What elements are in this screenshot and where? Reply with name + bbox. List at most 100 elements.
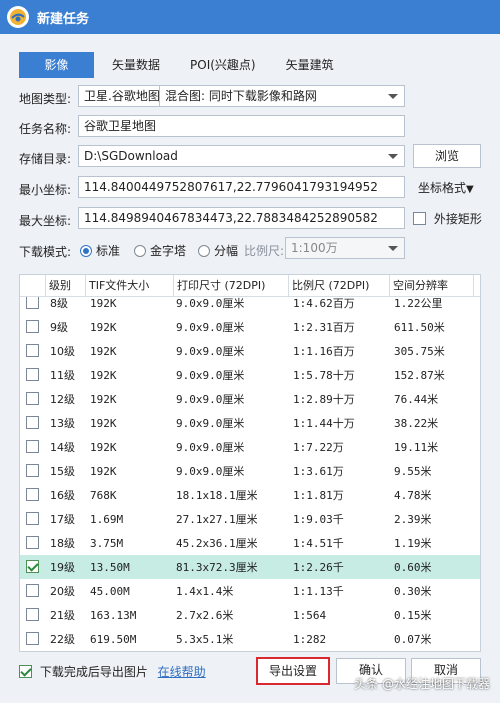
table-row[interactable]: 19级 13.50M 81.3x72.3厘米 1:2.26千 0.60米 (20, 555, 480, 579)
row-checkbox[interactable] (20, 344, 46, 358)
cell-level: 11级 (50, 369, 75, 382)
cell-scale: 1:564 (293, 608, 327, 622)
row-checkbox[interactable] (20, 584, 46, 598)
caret-down-icon: ▼ (466, 184, 474, 195)
cell-tif-size: 192K (90, 440, 117, 454)
row-checkbox[interactable] (20, 608, 46, 622)
tab-poi[interactable]: POI(兴趣点) (178, 52, 268, 78)
checkbox-box[interactable] (26, 296, 39, 309)
checkbox-box[interactable] (26, 344, 39, 357)
header-resolution[interactable]: 空间分辨率 (390, 275, 474, 297)
cell-resolution: 76.44米 (394, 393, 439, 406)
mix-mode-value: 混合图: 同时下载影像和路网 (165, 89, 317, 103)
cell-tif-size: 192K (90, 392, 117, 406)
checkbox-box[interactable] (26, 464, 39, 477)
checkbox-box[interactable] (413, 212, 426, 225)
mode-standard-radio[interactable]: 标准 (80, 242, 120, 259)
mix-mode-select[interactable]: 混合图: 同时下载影像和路网 (159, 85, 405, 107)
table-row[interactable]: 9级 192K 9.0x9.0厘米 1:2.31百万 611.50米 (20, 315, 480, 339)
coord-format-dropdown[interactable]: 坐标格式▼ (418, 179, 474, 196)
cell-resolution: 2.39米 (394, 513, 432, 526)
table-row[interactable]: 15级 192K 9.0x9.0厘米 1:3.61万 9.55米 (20, 459, 480, 483)
cell-scale: 1:2.89十万 (293, 393, 355, 406)
export-after-checkbox[interactable]: 下载完成后导出图片 在线帮助 (19, 663, 206, 680)
mode-split-radio[interactable]: 分幅 (198, 242, 238, 259)
cell-resolution: 611.50米 (394, 321, 445, 334)
header-scale[interactable]: 比例尺 (72DPI) (289, 275, 390, 297)
row-checkbox[interactable] (20, 392, 46, 406)
row-checkbox[interactable] (20, 512, 46, 526)
cell-print-size: 9.0x9.0厘米 (176, 441, 245, 454)
min-coord-input[interactable]: 114.8400449752807617,22.7796041793194952 (78, 176, 405, 198)
checkbox-box[interactable] (26, 512, 39, 525)
checkbox-box[interactable] (26, 536, 39, 549)
header-print-size[interactable]: 打印尺寸 (72DPI) (174, 275, 289, 297)
table-row[interactable]: 17级 1.69M 27.1x27.1厘米 1:9.03千 2.39米 (20, 507, 480, 531)
row-checkbox[interactable] (20, 368, 46, 382)
help-link[interactable]: 在线帮助 (158, 665, 206, 679)
checkbox-box[interactable] (26, 440, 39, 453)
header-tif-size[interactable]: TIF文件大小 (86, 275, 174, 297)
outer-rect-checkbox[interactable]: 外接矩形 (413, 210, 482, 227)
cell-scale: 1:1.13千 (293, 585, 344, 598)
tab-imagery[interactable]: 影像 (19, 52, 94, 78)
cell-level: 12级 (50, 393, 75, 406)
scale-select[interactable]: 1:100万 (285, 237, 405, 259)
cell-level: 8级 (50, 297, 68, 310)
checkbox-box[interactable] (26, 632, 39, 645)
max-coord-input[interactable]: 114.8498940467834473,22.7883484252890582 (78, 207, 405, 229)
mode-pyramid-label: 金字塔 (150, 244, 187, 258)
row-checkbox[interactable] (20, 536, 46, 550)
mode-pyramid-radio[interactable]: 金字塔 (134, 242, 186, 259)
cell-scale: 1:2.26千 (293, 561, 344, 574)
cell-print-size: 9.0x9.0厘米 (176, 369, 245, 382)
export-after-label: 下载完成后导出图片 (39, 665, 148, 679)
table-row[interactable]: 18级 3.75M 45.2x36.1厘米 1:4.51千 1.19米 (20, 531, 480, 555)
checkbox-box[interactable] (26, 320, 39, 333)
row-checkbox[interactable] (20, 440, 46, 454)
tab-vector-building[interactable]: 矢量建筑 (274, 52, 346, 78)
storage-select[interactable]: D:\SGDownload (78, 145, 405, 167)
row-checkbox[interactable] (20, 560, 46, 574)
checkbox-checked-icon[interactable] (19, 665, 32, 678)
table-row[interactable]: 21级 163.13M 2.7x2.6米 1:564 0.15米 (20, 603, 480, 627)
export-settings-button[interactable]: 导出设置 (256, 657, 330, 685)
map-type-field[interactable]: 卫星.谷歌地图 (78, 85, 160, 107)
checkbox-box[interactable] (26, 416, 39, 429)
row-checkbox[interactable] (20, 632, 46, 646)
browse-button[interactable]: 浏览 (413, 144, 481, 168)
table-row[interactable]: 16级 768K 18.1x18.1厘米 1:1.81万 4.78米 (20, 483, 480, 507)
cell-scale: 1:2.31百万 (293, 321, 355, 334)
cell-resolution: 19.11米 (394, 441, 439, 454)
tab-vector-data[interactable]: 矢量数据 (100, 52, 172, 78)
cell-tif-size: 192K (90, 416, 117, 430)
header-level[interactable]: 级别 (46, 275, 86, 297)
cell-print-size: 9.0x9.0厘米 (176, 321, 245, 334)
table-row[interactable]: 10级 192K 9.0x9.0厘米 1:1.16百万 305.75米 (20, 339, 480, 363)
row-checkbox[interactable] (20, 416, 46, 430)
table-row[interactable]: 13级 192K 9.0x9.0厘米 1:1.44十万 38.22米 (20, 411, 480, 435)
row-checkbox[interactable] (20, 320, 46, 334)
cell-print-size: 27.1x27.1厘米 (176, 513, 258, 526)
table-row[interactable]: 14级 192K 9.0x9.0厘米 1:7.22万 19.11米 (20, 435, 480, 459)
checkbox-checked-icon[interactable] (26, 560, 39, 573)
checkbox-box[interactable] (26, 392, 39, 405)
cell-resolution: 305.75米 (394, 345, 445, 358)
checkbox-box[interactable] (26, 608, 39, 621)
cell-print-size: 9.0x9.0厘米 (176, 417, 245, 430)
checkbox-box[interactable] (26, 488, 39, 501)
cell-scale: 1:1.81万 (293, 489, 344, 502)
row-checkbox[interactable] (20, 488, 46, 502)
table-row[interactable]: 11级 192K 9.0x9.0厘米 1:5.78十万 152.87米 (20, 363, 480, 387)
task-name-input[interactable]: 谷歌卫星地图 (78, 115, 405, 137)
table-row[interactable]: 20级 45.00M 1.4x1.4米 1:1.13千 0.30米 (20, 579, 480, 603)
cell-print-size: 45.2x36.1厘米 (176, 537, 258, 550)
table-row[interactable]: 22级 619.50M 5.3x5.1米 1:282 0.07米 (20, 627, 480, 651)
cell-tif-size: 768K (90, 488, 117, 502)
scale-value: 1:100万 (291, 241, 338, 255)
row-checkbox[interactable] (20, 464, 46, 478)
row-checkbox[interactable] (20, 296, 46, 310)
checkbox-box[interactable] (26, 368, 39, 381)
table-row[interactable]: 12级 192K 9.0x9.0厘米 1:2.89十万 76.44米 (20, 387, 480, 411)
checkbox-box[interactable] (26, 584, 39, 597)
